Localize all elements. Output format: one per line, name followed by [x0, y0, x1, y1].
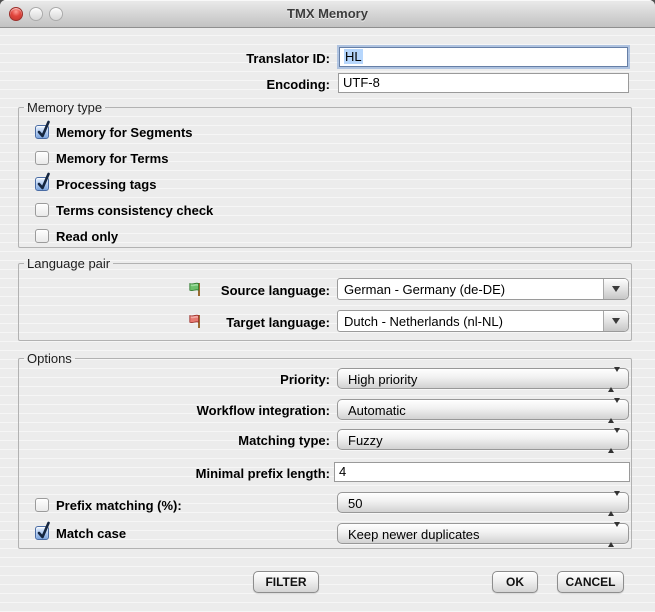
selected-text: HL — [344, 49, 363, 64]
checkbox-memory-for-segments[interactable] — [35, 125, 49, 139]
duplicates-value: Keep newer duplicates — [348, 527, 480, 542]
encoding-label: Encoding: — [0, 77, 330, 92]
minimal-prefix-length-label: Minimal prefix length: — [0, 466, 330, 481]
checkbox-label-memory-for-segments[interactable]: Memory for Segments — [56, 125, 193, 140]
checkbox-label-match-case[interactable]: Match case — [56, 526, 126, 541]
source-language-value: German - Germany (de-DE) — [344, 282, 505, 297]
checkbox-terms-consistency-check[interactable] — [35, 203, 49, 217]
memory-type-group: Memory type — [18, 100, 632, 248]
priority-popup[interactable]: High priority — [337, 368, 629, 389]
source-language-combobox[interactable]: German - Germany (de-DE) — [337, 278, 629, 300]
translator-id-label: Translator ID: — [0, 51, 330, 66]
checkbox-label-read-only[interactable]: Read only — [56, 229, 118, 244]
workflow-integration-label: Workflow integration: — [0, 403, 330, 418]
prefix-matching-popup[interactable]: 50 — [337, 492, 629, 513]
source-language-label: Source language: — [0, 283, 330, 298]
up-down-arrows-icon — [608, 527, 620, 542]
tmx-memory-dialog: TMX Memory Translator ID: HL Encoding: U… — [0, 0, 655, 612]
translator-id-input[interactable]: HL — [339, 47, 628, 67]
duplicates-popup[interactable]: Keep newer duplicates — [337, 523, 629, 544]
checkbox-prefix-matching[interactable] — [35, 498, 49, 512]
prefix-matching-value: 50 — [348, 496, 362, 511]
checkmark-icon — [36, 519, 51, 541]
options-group-title: Options — [24, 351, 75, 366]
workflow-integration-popup[interactable]: Automatic — [337, 399, 629, 420]
up-down-arrows-icon — [608, 496, 620, 511]
encoding-input[interactable]: UTF-8 — [338, 73, 629, 93]
target-language-dropdown-button[interactable] — [603, 311, 628, 331]
filter-button[interactable]: FILTER — [253, 571, 319, 593]
matching-type-label: Matching type: — [0, 433, 330, 448]
checkmark-icon — [36, 170, 51, 192]
up-down-arrows-icon — [608, 433, 620, 448]
target-language-label: Target language: — [0, 315, 330, 330]
window-title: TMX Memory — [0, 6, 655, 21]
target-language-value: Dutch - Netherlands (nl-NL) — [344, 314, 503, 329]
checkbox-label-terms-consistency-check[interactable]: Terms consistency check — [56, 203, 213, 218]
workflow-integration-value: Automatic — [348, 403, 406, 418]
checkbox-label-processing-tags[interactable]: Processing tags — [56, 177, 156, 192]
minimal-prefix-length-input[interactable]: 4 — [334, 462, 630, 482]
ok-button[interactable]: OK — [492, 571, 538, 593]
encoding-value: UTF-8 — [343, 75, 380, 90]
chevron-down-icon — [612, 286, 620, 292]
memory-type-group-title: Memory type — [24, 100, 105, 115]
minimal-prefix-length-value: 4 — [339, 464, 346, 479]
up-down-arrows-icon — [608, 403, 620, 418]
title-bar[interactable]: TMX Memory — [0, 0, 655, 28]
target-language-combobox[interactable]: Dutch - Netherlands (nl-NL) — [337, 310, 629, 332]
chevron-down-icon — [612, 318, 620, 324]
language-pair-group-title: Language pair — [24, 256, 113, 271]
matching-type-value: Fuzzy — [348, 433, 383, 448]
checkmark-icon — [36, 118, 51, 140]
checkbox-memory-for-terms[interactable] — [35, 151, 49, 165]
priority-label: Priority: — [0, 372, 330, 387]
priority-value: High priority — [348, 372, 417, 387]
checkbox-label-memory-for-terms[interactable]: Memory for Terms — [56, 151, 168, 166]
checkbox-label-prefix-matching[interactable]: Prefix matching (%): — [56, 498, 182, 513]
checkbox-match-case[interactable] — [35, 526, 49, 540]
checkbox-processing-tags[interactable] — [35, 177, 49, 191]
source-language-dropdown-button[interactable] — [603, 279, 628, 299]
checkbox-read-only[interactable] — [35, 229, 49, 243]
up-down-arrows-icon — [608, 372, 620, 387]
matching-type-popup[interactable]: Fuzzy — [337, 429, 629, 450]
cancel-button[interactable]: CANCEL — [557, 571, 624, 593]
